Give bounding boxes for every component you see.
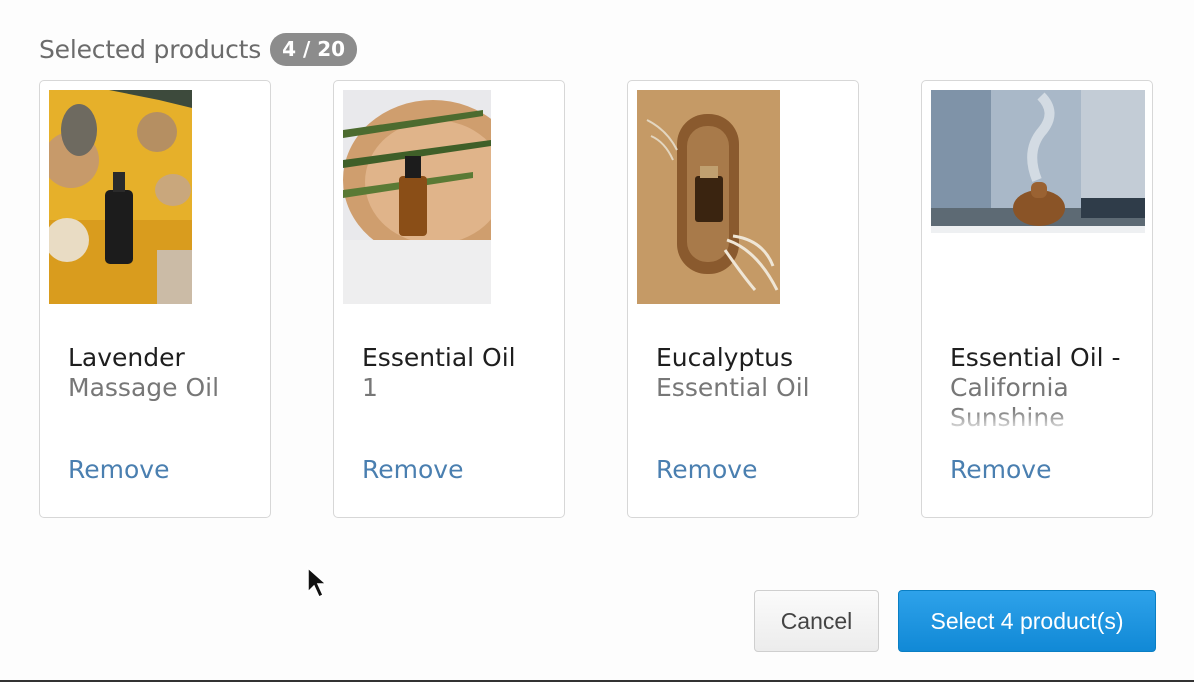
selected-count-badge: 4 / 20: [270, 33, 358, 66]
cancel-button[interactable]: Cancel: [754, 590, 879, 652]
product-name: Eucalyptus Essential Oil: [656, 343, 846, 435]
product-card: Essential Oil - California Sunshine Remo…: [921, 80, 1153, 518]
product-name-line2: 1: [362, 373, 378, 402]
product-name: Lavender Massage Oil: [68, 343, 258, 435]
header: Selected products 4 / 20: [39, 33, 358, 66]
product-name-line1: Eucalyptus: [656, 343, 793, 372]
product-name-line1: Essential Oil -: [950, 343, 1121, 372]
remove-product-link[interactable]: Remove: [950, 455, 1051, 484]
product-name-line2: Massage Oil: [68, 373, 220, 402]
product-card: Lavender Massage Oil Remove: [39, 80, 271, 518]
select-products-button[interactable]: Select 4 product(s): [898, 590, 1156, 652]
selected-products-title: Selected products: [39, 35, 262, 64]
product-image: [49, 90, 192, 304]
text-fade-overlay: [950, 409, 1140, 435]
remove-product-link[interactable]: Remove: [362, 455, 463, 484]
remove-product-link[interactable]: Remove: [656, 455, 757, 484]
product-name-line1: Lavender: [68, 343, 185, 372]
remove-product-link[interactable]: Remove: [68, 455, 169, 484]
mouse-cursor-icon: [306, 566, 330, 604]
product-image: [343, 90, 491, 304]
product-image: [931, 90, 1145, 233]
product-name: Essential Oil - California Sunshine: [950, 343, 1140, 435]
product-name: Essential Oil 1: [362, 343, 552, 435]
product-name-line1: Essential Oil: [362, 343, 516, 372]
product-image: [637, 90, 780, 304]
product-name-line2: Essential Oil: [656, 373, 810, 402]
product-card: Essential Oil 1 Remove: [333, 80, 565, 518]
product-card: Eucalyptus Essential Oil Remove: [627, 80, 859, 518]
